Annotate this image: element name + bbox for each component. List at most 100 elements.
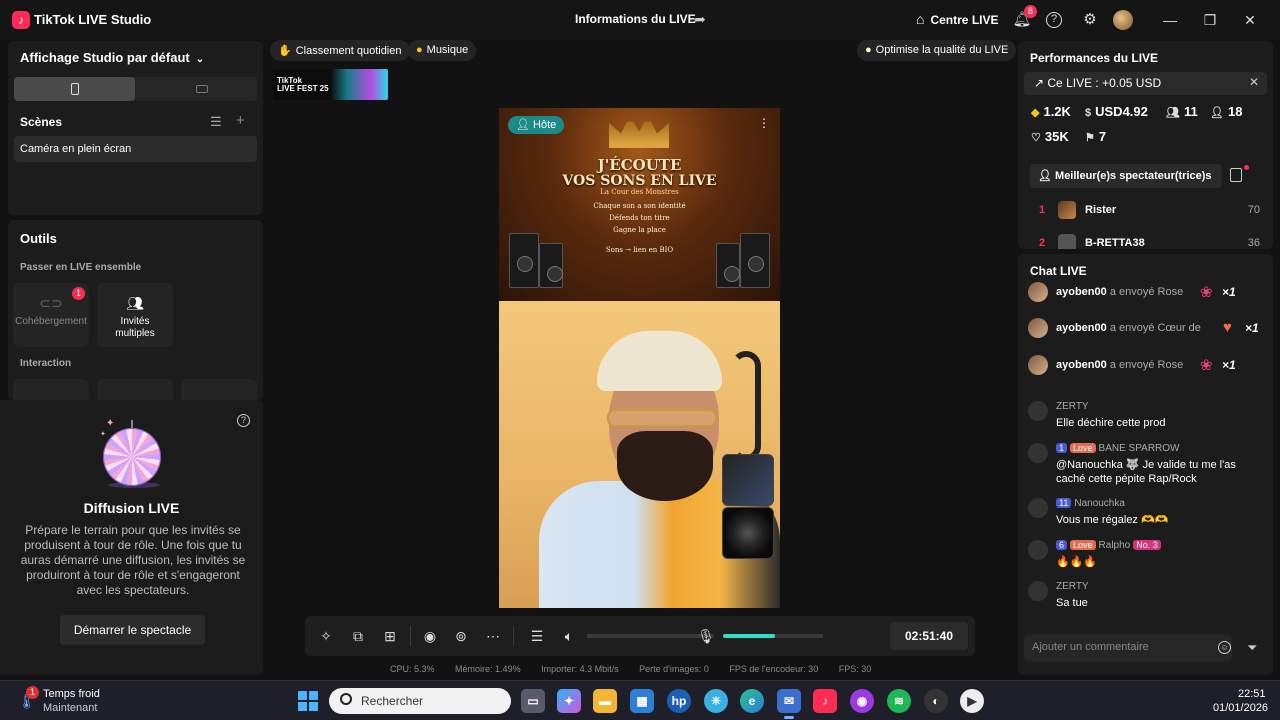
- chat-username: Nanouchka: [1074, 498, 1125, 509]
- emoji-icon[interactable]: ☺: [1218, 641, 1231, 654]
- chat-user-line: 6 Love Ralpho No. 3: [1056, 540, 1161, 551]
- weather-title[interactable]: Temps froid: [43, 688, 100, 700]
- ranking-row[interactable]: 2 B-RETTA38 36: [1030, 233, 1260, 249]
- add-scene-icon[interactable]: +: [236, 112, 245, 129]
- host-label: Hôte: [533, 119, 557, 131]
- gift-row: ayoben00 a envoyé Rose ❀ ×1: [1028, 353, 1268, 377]
- media-thumbnail[interactable]: [722, 454, 774, 506]
- task-view-icon[interactable]: ▭: [521, 689, 545, 713]
- dollar-icon: $: [1085, 107, 1092, 119]
- view-selector[interactable]: Affichage Studio par défaut ⌄: [20, 50, 204, 65]
- windows-start-icon[interactable]: [298, 691, 318, 711]
- live-info-title[interactable]: Informations du LIVE: [575, 12, 696, 26]
- daily-ranking-label: Classement quotidien: [295, 45, 402, 57]
- viewers-metric: 👥︎ 11: [1166, 104, 1198, 119]
- users-icon: 👥︎: [126, 295, 144, 311]
- mic-level-slider[interactable]: [723, 634, 823, 638]
- more-icon[interactable]: ⋯: [484, 627, 502, 645]
- rank-number: 2: [1039, 237, 1046, 249]
- overlay-banner: J'ÉCOUTE VOS SONS EN LIVE La Cour des Mo…: [499, 108, 780, 301]
- copilot-icon[interactable]: ✦: [557, 689, 581, 713]
- share-icon[interactable]: ➦: [694, 11, 710, 27]
- interaction-tool-1[interactable]: [13, 379, 89, 400]
- level-badge: 6: [1056, 540, 1068, 550]
- weather-app-icon[interactable]: ☀: [704, 689, 728, 713]
- banner-line-1: J'ÉCOUTE: [597, 156, 682, 174]
- music-pill[interactable]: ● Musique: [408, 40, 477, 61]
- restore-icon[interactable]: ❐: [1200, 10, 1220, 30]
- stream-preview[interactable]: J'ÉCOUTE VOS SONS EN LIVE La Cour des Mo…: [499, 108, 780, 608]
- sparkle-icon: ✦: [106, 418, 115, 429]
- volume-icon[interactable]: 🔈︎: [560, 627, 578, 645]
- scenes-label: Scènes: [20, 115, 63, 129]
- comment-input[interactable]: Ajouter un commentaire: [1024, 634, 1232, 662]
- daily-ranking-pill[interactable]: ✋ Classement quotidien: [270, 40, 410, 61]
- folder-icon[interactable]: ▬: [593, 689, 617, 713]
- store-icon[interactable]: ▦: [630, 689, 654, 713]
- speaker-icon: [509, 233, 539, 288]
- clock-date[interactable]: 01/01/2026: [1213, 702, 1268, 714]
- filter-icon[interactable]: ⏷: [1247, 640, 1257, 656]
- document-icon[interactable]: [1230, 168, 1242, 182]
- media-thumbnail[interactable]: [722, 507, 774, 559]
- banner-line-3: La Cour des Monstres: [600, 188, 679, 196]
- magic-wand-icon[interactable]: ✧: [317, 627, 335, 645]
- hp-icon[interactable]: hp: [667, 689, 691, 713]
- avatar: [1028, 443, 1048, 463]
- top-viewers-button[interactable]: 👤︎ Meilleur(e)s spectateur(trice)s: [1030, 164, 1222, 188]
- bulb-icon: ●: [865, 44, 872, 56]
- minimize-icon[interactable]: —: [1160, 10, 1180, 30]
- record-icon[interactable]: ◉: [421, 627, 439, 645]
- media-player-icon[interactable]: ▶: [960, 689, 984, 713]
- edge-icon[interactable]: e: [740, 689, 764, 713]
- close-icon[interactable]: ✕: [1249, 75, 1259, 89]
- tiktok-app-icon[interactable]: ♪: [813, 689, 837, 713]
- help-icon[interactable]: ?: [237, 414, 250, 427]
- layers-icon[interactable]: ⧉: [349, 627, 367, 645]
- gift-user: ayoben00 a envoyé Rose: [1056, 286, 1183, 298]
- chat-username: ZERTY: [1056, 581, 1089, 592]
- avatar: [1028, 498, 1048, 518]
- mic-icon[interactable]: 🎙︎: [697, 627, 715, 645]
- multi-guest-button[interactable]: 👥︎ Invités multiples: [97, 283, 173, 347]
- spotify-icon[interactable]: ≋: [887, 689, 911, 713]
- help-icon[interactable]: ?: [1046, 12, 1062, 28]
- capture-icon[interactable]: ⊚: [452, 627, 470, 645]
- mail-icon[interactable]: ✉: [777, 689, 801, 713]
- podcast-icon[interactable]: ◉: [850, 689, 874, 713]
- scene-item[interactable]: Caméra en plein écran: [14, 136, 257, 162]
- interaction-tool-3[interactable]: [181, 379, 257, 400]
- list-icon[interactable]: ☰: [210, 114, 222, 130]
- avatar: [1058, 234, 1076, 249]
- sliders-icon[interactable]: ☰: [528, 627, 546, 645]
- landscape-icon[interactable]: [196, 85, 208, 93]
- chat-message: 11 Nanouchka Vous me régalez 🫶🫶: [1028, 498, 1268, 532]
- close-icon[interactable]: ✕: [1240, 10, 1260, 30]
- volume-slider[interactable]: [587, 634, 714, 638]
- start-show-button[interactable]: Démarrer le spectacle: [60, 615, 205, 645]
- chat-panel: Chat LIVE ayoben00 a envoyé Rose ❀ ×1 ay…: [1018, 254, 1273, 675]
- gift-count: ×1: [1222, 358, 1236, 372]
- live-fest-banner[interactable]: TikTok LIVE FEST 25: [273, 69, 388, 100]
- level-badge: 11: [1056, 498, 1072, 508]
- chat-text: Vous me régalez 🫶🫶: [1056, 514, 1169, 526]
- interaction-tool-2[interactable]: [97, 379, 173, 400]
- chat-username: Ralpho: [1098, 540, 1131, 551]
- clock-time[interactable]: 22:51: [1238, 688, 1266, 700]
- taskbar-search[interactable]: Rechercher: [329, 688, 511, 714]
- heart-icon: ♥: [1223, 319, 1232, 336]
- more-vertical-icon[interactable]: ⋮: [758, 116, 770, 130]
- avatar[interactable]: [1113, 10, 1133, 30]
- quality-pill[interactable]: ● Optimise la qualité du LIVE: [857, 40, 1017, 61]
- ranking-row[interactable]: 1 Rister 70: [1030, 200, 1260, 220]
- app-icon[interactable]: ◐: [924, 689, 948, 713]
- gear-icon[interactable]: ⚙: [1080, 10, 1100, 30]
- earnings-bar[interactable]: ↗ Ce LIVE : +0.05 USD ✕: [1024, 72, 1267, 95]
- portrait-option[interactable]: [14, 77, 135, 101]
- screen-icon[interactable]: ⊞: [381, 627, 399, 645]
- chat-message: ZERTY Elle déchire cette prod: [1028, 401, 1268, 435]
- cohost-label: Cohébergement: [15, 316, 87, 327]
- live-center-button[interactable]: ⌂ Centre LIVE: [916, 11, 998, 27]
- diffusion-title: Diffusion LIVE: [83, 500, 180, 516]
- chat-title: Chat LIVE: [1030, 264, 1087, 278]
